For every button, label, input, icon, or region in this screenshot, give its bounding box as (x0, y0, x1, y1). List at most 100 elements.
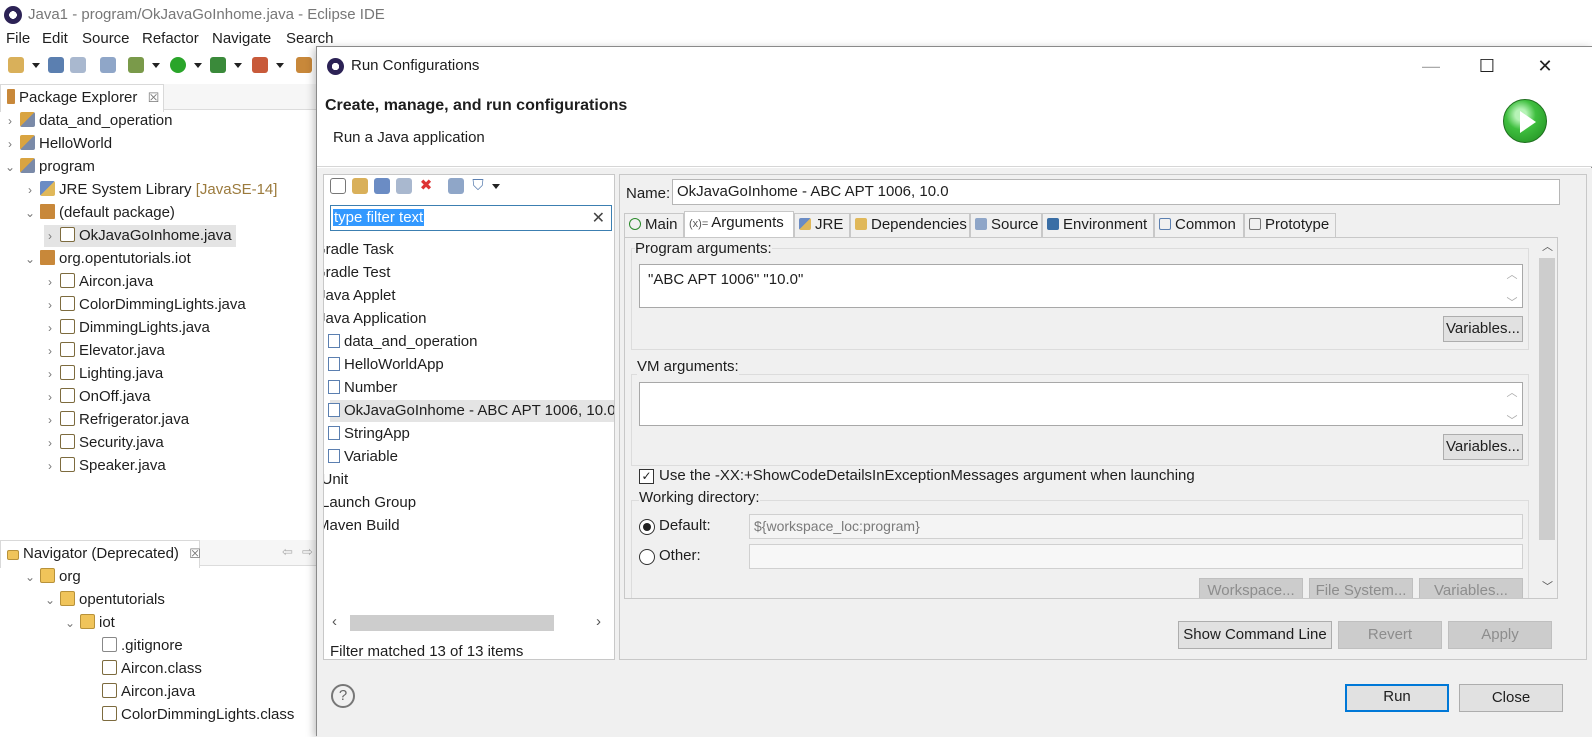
scroll-left-icon[interactable]: ‹ (332, 613, 337, 630)
tree-item-elevator[interactable]: › Elevator.java (44, 340, 165, 362)
config-launch-group[interactable]: Launch Group (324, 492, 611, 514)
chevron-right-icon[interactable]: › (44, 363, 56, 385)
chevron-right-icon[interactable]: › (44, 317, 56, 339)
tree-item-lighting[interactable]: › Lighting.java (44, 363, 163, 385)
horizontal-scrollbar[interactable]: ‹ › (324, 611, 614, 633)
program-variables-button[interactable]: Variables... (1443, 316, 1523, 342)
tree-item-helloworld[interactable]: › HelloWorld (4, 133, 112, 155)
chevron-down-icon[interactable]: ⌄ (24, 248, 36, 270)
tab-environment[interactable]: Environment (1042, 213, 1154, 237)
default-radio[interactable] (639, 519, 655, 535)
tree-item-data_and_operation[interactable]: › data_and_operation (4, 110, 172, 132)
tree-item-speaker[interactable]: › Speaker.java (44, 455, 166, 477)
config-number[interactable]: Number (328, 377, 614, 399)
revert-button[interactable]: Revert (1338, 621, 1442, 649)
tab-prototype[interactable]: Prototype (1244, 213, 1336, 237)
tab-arguments[interactable]: (x)= Arguments (684, 211, 794, 238)
tree-item-onoff[interactable]: › OnOff.java (44, 386, 150, 408)
vm-variables-button[interactable]: Variables... (1443, 434, 1523, 460)
chevron-down-icon[interactable]: ⌄ (44, 589, 56, 611)
nav-item-opentutorials[interactable]: ⌄ opentutorials (44, 589, 165, 611)
tab-navigator[interactable]: Navigator (Deprecated) ☒ (0, 540, 201, 568)
chevron-right-icon[interactable]: › (44, 225, 56, 247)
nav-item-colordimminglights-class[interactable]: ColorDimmingLights.class (98, 704, 294, 726)
chevron-right-icon[interactable]: › (44, 386, 56, 408)
filter-icon[interactable]: ⛉ (470, 178, 486, 194)
config-okjavagoinhome[interactable]: OkJavaGoInhome - ABC APT 1006, 10.0 (328, 400, 614, 422)
close-icon[interactable]: ☒ (148, 90, 160, 105)
nav-item-org[interactable]: ⌄ org (24, 566, 81, 588)
tree-item-org-opentutorials-iot[interactable]: ⌄ org.opentutorials.iot (24, 248, 191, 270)
forward-icon[interactable]: ⇨ (302, 544, 313, 560)
external-tools-icon[interactable] (252, 57, 268, 73)
config-stringapp[interactable]: StringApp (328, 423, 614, 445)
vm-arguments-input[interactable]: ︿ ﹀ (639, 382, 1523, 426)
textarea-scrollbar[interactable]: ︿ ﹀ (1503, 384, 1521, 425)
run-button[interactable]: Run (1345, 684, 1449, 712)
chevron-right-icon[interactable]: › (24, 179, 36, 201)
chevron-right-icon[interactable]: › (4, 133, 16, 155)
config-helloworldapp[interactable]: HelloWorldApp (328, 354, 614, 376)
duplicate-icon[interactable] (396, 178, 412, 194)
menu-edit[interactable]: Edit (42, 30, 68, 47)
chevron-down-icon[interactable] (32, 63, 40, 68)
scroll-up-icon[interactable]: ︿ (1542, 238, 1553, 254)
config-data-and-operation[interactable]: data_and_operation (328, 331, 614, 353)
chevron-down-icon[interactable] (276, 63, 284, 68)
workspace-button[interactable]: Workspace... (1199, 578, 1303, 598)
tree-item-refrigerator[interactable]: › Refrigerator.java (44, 409, 189, 431)
other-directory-field[interactable] (749, 544, 1523, 569)
run-icon[interactable] (170, 57, 186, 73)
tree-item-okjavagoinhome[interactable]: › OkJavaGoInhome.java (44, 225, 236, 247)
close-icon[interactable]: ✕ (1525, 53, 1565, 79)
chevron-right-icon[interactable]: › (44, 432, 56, 454)
scroll-down-icon[interactable]: ﹀ (1542, 578, 1553, 594)
chevron-right-icon[interactable]: › (44, 455, 56, 477)
config-variable[interactable]: Variable (328, 446, 614, 468)
config-maven-build[interactable]: Maven Build (324, 515, 607, 537)
chevron-down-icon[interactable] (234, 63, 242, 68)
chevron-right-icon[interactable]: › (44, 340, 56, 362)
file-system-button[interactable]: File System... (1309, 578, 1413, 598)
nav-item-gitignore[interactable]: .gitignore (98, 635, 183, 657)
save-icon[interactable] (48, 57, 64, 73)
chevron-down-icon[interactable] (194, 63, 202, 68)
name-input[interactable]: OkJavaGoInhome - ABC APT 1006, 10.0 (672, 179, 1560, 205)
scroll-right-icon[interactable]: › (596, 613, 601, 630)
chevron-down-icon[interactable]: ⌄ (24, 202, 36, 224)
new-icon[interactable] (8, 57, 24, 73)
tree-item-default-package[interactable]: ⌄ (default package) (24, 202, 175, 224)
tab-jre[interactable]: JRE (794, 213, 850, 237)
new-prototype-icon[interactable] (352, 178, 368, 194)
show-command-line-button[interactable]: Show Command Line (1178, 621, 1332, 649)
scrollbar-thumb[interactable] (350, 615, 554, 631)
scrollbar-thumb[interactable] (1539, 258, 1555, 540)
menu-refactor[interactable]: Refactor (142, 30, 199, 47)
help-icon[interactable]: ? (331, 684, 355, 708)
nav-item-aircon-java[interactable]: Aircon.java (98, 681, 195, 703)
apply-button[interactable]: Apply (1448, 621, 1552, 649)
export-icon[interactable] (374, 178, 390, 194)
menu-search[interactable]: Search (286, 30, 334, 47)
other-radio[interactable] (639, 549, 655, 565)
menu-file[interactable]: File (6, 30, 30, 47)
coverage-icon[interactable] (210, 57, 226, 73)
tree-item-colordimminglights[interactable]: › ColorDimmingLights.java (44, 294, 246, 316)
filter-input[interactable]: type filter text ✕ (330, 205, 612, 231)
chevron-down-icon[interactable]: ⌄ (24, 566, 36, 588)
config-java-application[interactable]: Java Application (324, 308, 608, 330)
minimize-icon[interactable]: — (1411, 53, 1451, 79)
maximize-icon[interactable]: ☐ (1467, 53, 1507, 79)
config-java-applet[interactable]: Java Applet (324, 285, 608, 307)
debug-icon[interactable] (128, 57, 144, 73)
tab-common[interactable]: Common (1154, 213, 1244, 237)
show-code-details-checkbox[interactable]: ✓ (639, 469, 654, 484)
collapse-all-icon[interactable] (448, 178, 464, 194)
tab-dependencies[interactable]: Dependencies (850, 213, 970, 237)
config-gradle-test[interactable]: Gradle Test (324, 262, 604, 284)
chevron-right-icon[interactable]: › (4, 110, 16, 132)
tree-item-program[interactable]: ⌄ program (4, 156, 95, 178)
chevron-down-icon[interactable]: ⌄ (4, 156, 16, 178)
config-gradle-task[interactable]: Gradle Task (324, 239, 604, 261)
menu-source[interactable]: Source (82, 30, 130, 47)
